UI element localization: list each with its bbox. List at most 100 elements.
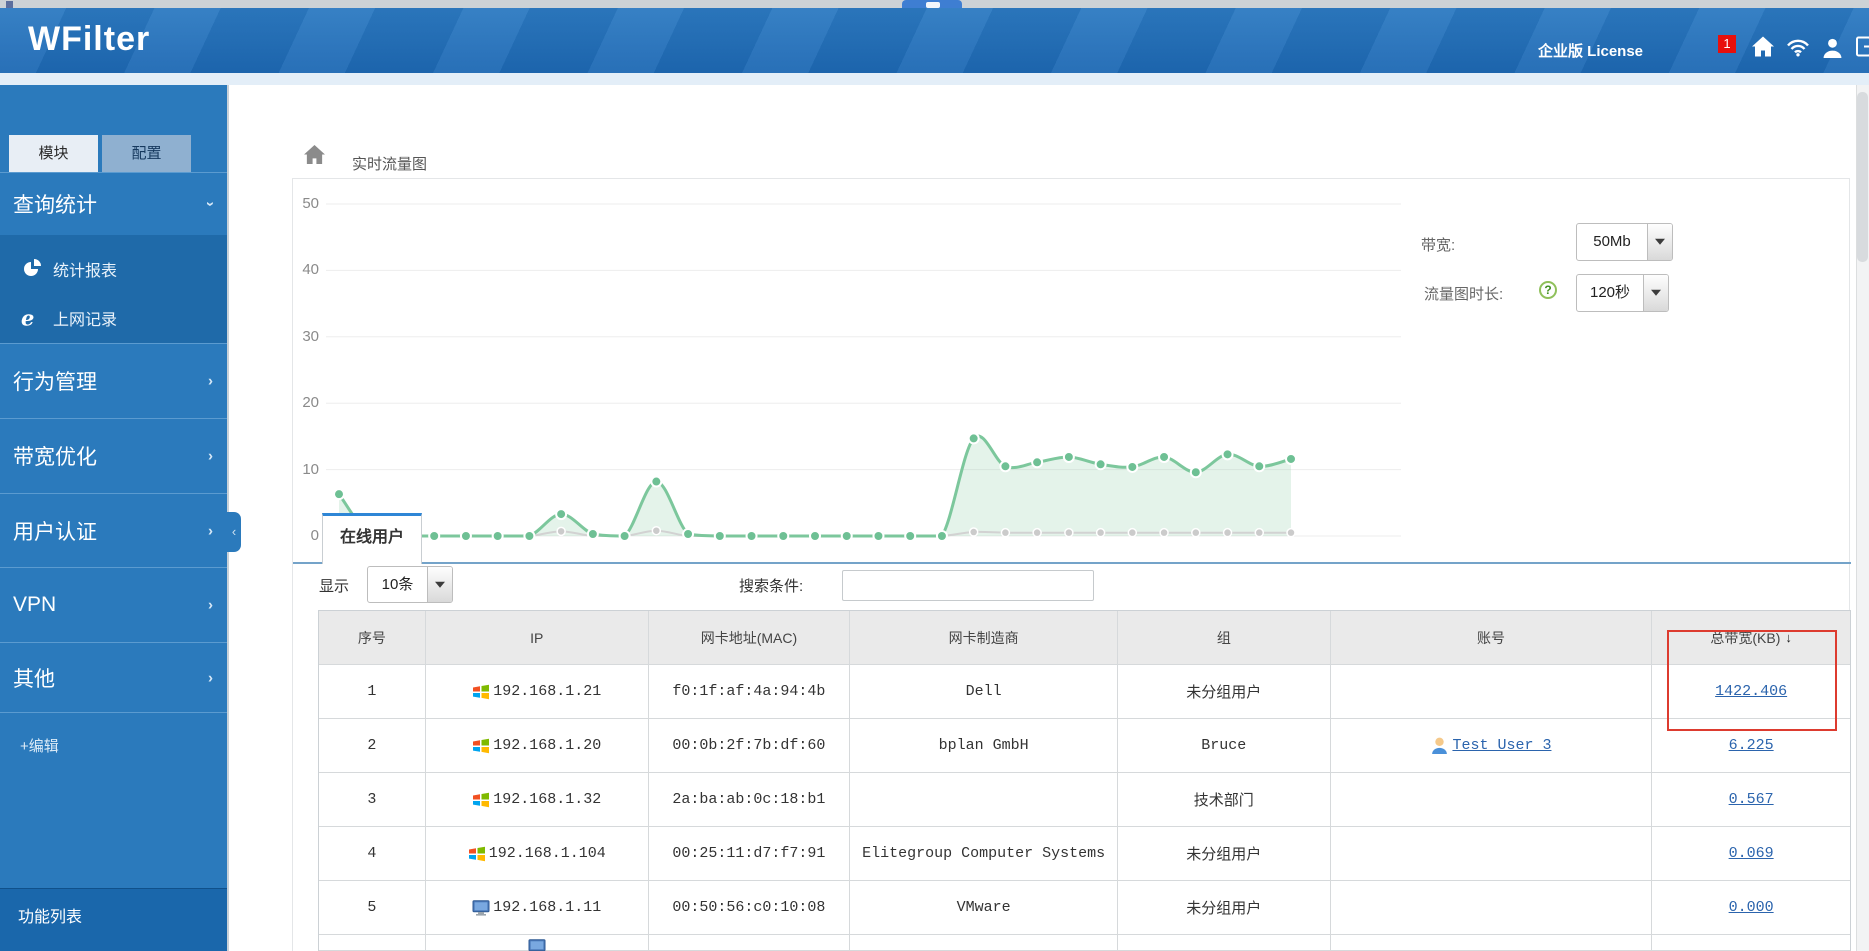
sidebar-tab-modules[interactable]: 模块 [9,135,98,172]
y-tick-label: 40 [302,261,319,279]
sidebar-item-stat-reports[interactable]: 统计报表 [0,244,227,293]
account-cell [1330,881,1653,935]
wifi-icon[interactable] [1786,38,1810,57]
browser-tab-fragment [902,0,962,8]
index-cell: 4 [319,827,426,881]
sidebar-section-vpn[interactable]: VPN › [0,567,227,642]
browser-fragment [6,1,13,8]
sidebar-collapse-handle[interactable]: ‹ [227,512,241,552]
table-row[interactable]: 4 192.168.1.104 00:25:11:d7:f7:91 Eliteg… [319,827,1850,881]
bandwidth-link[interactable]: 0.000 [1729,899,1774,916]
bandwidth-cell: 0.069 [1652,827,1850,881]
sidebar-item-web-records[interactable]: e 上网记录 [0,293,227,342]
tab-online-users[interactable]: 在线用户 [322,513,422,564]
logout-icon[interactable] [1856,36,1869,57]
sidebar-section-behavior[interactable]: 行为管理 › [0,343,227,418]
index-cell: 1 [319,665,426,719]
account-cell [1330,773,1653,827]
sidebar: 模块 配置 查询统计 › 统计报表 e 上网记录 行为管理 › 带宽优化 › 用… [0,85,227,951]
account-cell [1330,827,1653,881]
sidebar-section-query-stats[interactable]: 查询统计 › [0,172,227,235]
windows-os-icon [472,738,490,754]
license-label[interactable]: 企业版 License [1538,40,1643,61]
search-label: 搜索条件: [739,578,804,595]
sidebar-footer[interactable]: 功能列表 [0,888,227,951]
sort-desc-icon[interactable]: ↓ [1785,630,1792,645]
help-icon[interactable]: ? [1539,281,1557,299]
notification-badge[interactable]: 1 [1718,35,1736,53]
bandwidth-link[interactable]: 6.225 [1729,737,1774,754]
group-cell: Bruce [1117,719,1331,773]
windows-os-icon [472,684,490,700]
account-icon[interactable] [1822,37,1843,58]
bandwidth-link[interactable]: 0.069 [1729,845,1774,862]
group-cell: 未分组用户 [1117,881,1331,935]
col-header-mac[interactable]: 网卡地址(MAC) [648,611,851,665]
table-row[interactable]: 3 192.168.1.32 2a:ba:ab:0c:18:b1 技术部门 0.… [319,773,1850,827]
bandwidth-select[interactable]: 50Mb [1576,223,1673,261]
dropdown-arrow-icon[interactable] [1647,224,1672,260]
bandwidth-link[interactable]: 1422.406 [1715,683,1787,700]
monitor-icon [528,938,546,951]
mac-cell: 00:50:56:c0:10:08 [648,881,851,935]
ip-cell: 192.168.1.11 [425,881,649,935]
y-tick-label: 30 [302,327,319,345]
ip-cell: 192.168.1.21 [425,665,649,719]
col-header-account[interactable]: 账号 [1330,611,1653,665]
col-header-bandwidth[interactable]: 总带宽(KB) ↓ [1652,611,1850,665]
chevron-down-icon: › [202,201,219,207]
tab-row-divider [293,562,1851,564]
show-label: 显示 [319,578,350,595]
index-cell: 2 [319,719,426,773]
account-cell [1330,665,1653,719]
sidebar-edit-link[interactable]: +编辑 [20,735,59,756]
table-header-row: 序号 IP 网卡地址(MAC) 网卡制造商 组 账号 总带宽(KB) ↓ [319,611,1850,665]
bandwidth-label: 带宽: [1421,237,1456,254]
bandwidth-cell: 0.000 [1652,881,1850,935]
sidebar-section-auth[interactable]: 用户认证 › [0,493,227,567]
vendor-cell: VMware [850,881,1118,935]
sidebar-tab-config[interactable]: 配置 [102,135,191,172]
table-row[interactable]: 1 192.168.1.21 f0:1f:af:4a:94:4b Dell 未分… [319,665,1850,719]
table-row[interactable]: 2 192.168.1.20 00:0b:2f:7b:df:60 bplan G… [319,719,1850,773]
bandwidth-cell: 1422.406 [1652,665,1850,719]
scrollbar-thumb[interactable] [1857,92,1868,262]
table-row[interactable]: 5 192.168.1.11 00:50:56:c0:10:08 VMware … [319,881,1850,935]
col-header-ip[interactable]: IP [425,611,649,665]
dropdown-arrow-icon[interactable] [1643,275,1668,311]
ip-cell: 192.168.1.32 [425,773,649,827]
bandwidth-link[interactable]: 0.567 [1729,791,1774,808]
sidebar-section-other[interactable]: 其他 › [0,642,227,713]
duration-select[interactable]: 120秒 [1576,274,1669,312]
ip-cell: 192.168.1.104 [425,827,649,881]
mac-cell: f0:1f:af:4a:94:4b [648,665,851,719]
online-users-table: 序号 IP 网卡地址(MAC) 网卡制造商 组 账号 总带宽(KB) ↓ 1 19… [318,610,1851,951]
chevron-right-icon: › [208,596,213,614]
breadcrumb-home-icon[interactable] [303,144,326,170]
group-cell: 未分组用户 [1117,827,1331,881]
main-card: 50 40 30 20 10 0 带宽: 50Mb 流量图时长: ? 120秒 在线用户 … [292,178,1851,951]
account-link[interactable]: Test User 3 [1452,737,1551,754]
vendor-cell: bplan GmbH [850,719,1118,773]
dropdown-arrow-icon[interactable] [427,567,452,602]
search-input[interactable] [842,570,1094,601]
windows-os-icon [472,792,490,808]
home-icon[interactable] [1751,35,1775,58]
y-tick-label: 50 [302,195,319,212]
top-strip [0,0,1869,8]
ip-cell: 192.168.1.20 [425,719,649,773]
table-row-partial[interactable] [319,935,1850,951]
sidebar-section-bandwidth[interactable]: 带宽优化 › [0,418,227,493]
chevron-right-icon: › [208,669,213,686]
y-tick-label: 0 [310,527,319,544]
y-tick-label: 20 [302,394,319,412]
index-cell: 5 [319,881,426,935]
col-header-vendor[interactable]: 网卡制造商 [850,611,1118,665]
mac-cell: 2a:ba:ab:0c:18:b1 [648,773,851,827]
bandwidth-cell: 6.225 [1652,719,1850,773]
mac-cell: 00:0b:2f:7b:df:60 [648,719,851,773]
col-header-group[interactable]: 组 [1117,611,1331,665]
wfilter-logo: WFilter [28,20,151,58]
col-header-index[interactable]: 序号 [319,611,426,665]
page-size-select[interactable]: 10条 [367,566,453,603]
